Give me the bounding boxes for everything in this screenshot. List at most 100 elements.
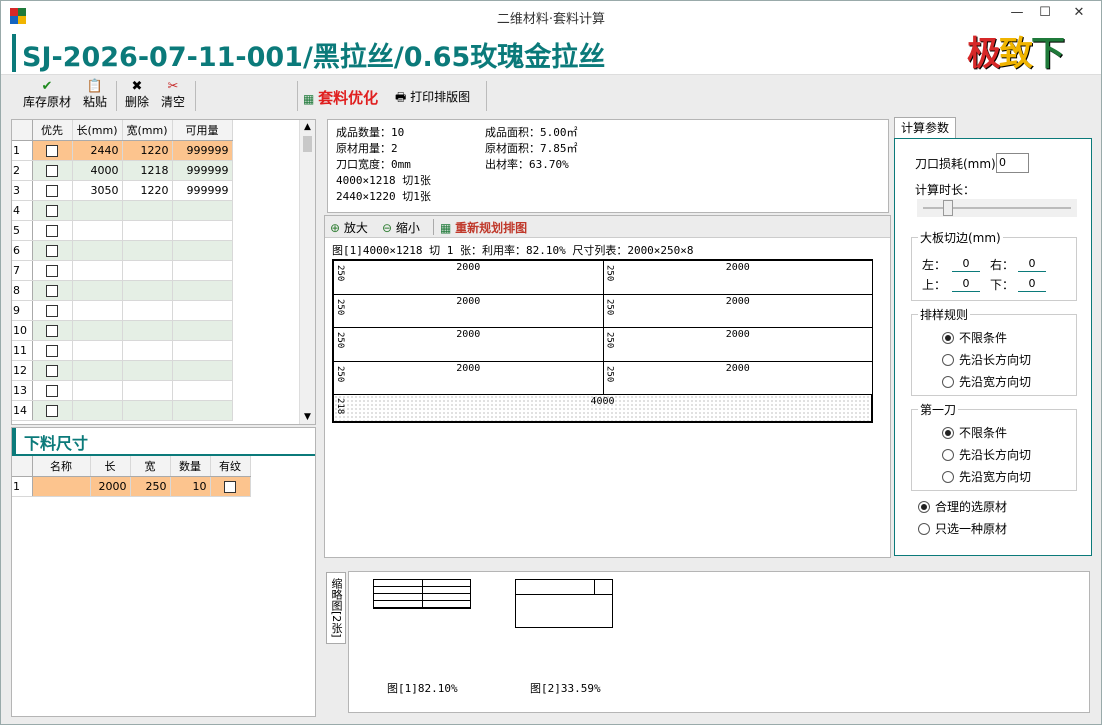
radio-selected-icon[interactable] (942, 332, 954, 344)
layout-piece[interactable]: 2000 250 (333, 260, 604, 295)
slider-thumb[interactable] (943, 200, 953, 216)
quantity-cell[interactable] (172, 300, 233, 321)
length-cell[interactable] (72, 400, 123, 421)
scroll-thumb[interactable] (303, 136, 312, 152)
table-row[interactable]: 5 (12, 220, 233, 241)
quantity-cell[interactable]: 999999 (172, 180, 233, 201)
priority-checkbox[interactable] (46, 384, 58, 397)
priority-cell[interactable] (32, 320, 73, 341)
priority-checkbox[interactable] (46, 344, 58, 357)
stock-table-scrollbar[interactable]: ▲ ▼ (299, 120, 315, 424)
trim-left-input[interactable]: 0 (952, 256, 980, 272)
table-row[interactable]: 7 (12, 260, 233, 281)
layout-piece[interactable]: 2000 250 (333, 327, 604, 362)
quantity-cell[interactable] (172, 260, 233, 281)
table-row[interactable]: 14 (12, 400, 233, 421)
optimize-button[interactable]: ▦ 套料优化 (303, 87, 378, 108)
radio-icon[interactable] (942, 471, 954, 483)
priority-checkbox[interactable] (46, 184, 58, 197)
priority-cell[interactable] (32, 340, 73, 361)
width-cell[interactable] (122, 200, 173, 221)
width-cell[interactable] (122, 380, 173, 401)
trim-right-input[interactable]: 0 (1018, 256, 1046, 272)
priority-checkbox[interactable] (46, 304, 58, 317)
table-row[interactable]: 3 3050 1220 999999 (12, 180, 233, 201)
radio-selected-icon[interactable] (942, 427, 954, 439)
quantity-cell[interactable] (172, 320, 233, 341)
priority-cell[interactable] (32, 180, 73, 201)
quantity-cell[interactable] (172, 240, 233, 261)
tab-calc-params[interactable]: 计算参数 (894, 117, 956, 139)
radio-icon[interactable] (942, 376, 954, 388)
quantity-cell[interactable]: 10 (170, 476, 211, 497)
scrap-region[interactable]: 4000 218 (333, 394, 872, 422)
length-cell[interactable] (72, 320, 123, 341)
delete-button[interactable]: ✖ 删除 (123, 79, 151, 109)
pick-option-reasonable[interactable]: 合理的选原材 (918, 498, 1007, 515)
table-row[interactable]: 11 (12, 340, 233, 361)
print-button[interactable]: 🖶 打印排版图 (395, 88, 470, 109)
rule-option-any[interactable]: 不限条件 (942, 329, 1007, 346)
length-cell[interactable] (72, 200, 123, 221)
width-cell[interactable] (122, 220, 173, 241)
priority-cell[interactable] (32, 140, 73, 161)
length-cell[interactable] (72, 380, 123, 401)
priority-checkbox[interactable] (46, 284, 58, 297)
scroll-up-icon[interactable]: ▲ (300, 120, 315, 134)
length-cell[interactable] (72, 340, 123, 361)
layout-piece[interactable]: 2000 250 (602, 327, 873, 362)
quantity-cell[interactable] (172, 220, 233, 241)
priority-cell[interactable] (32, 400, 73, 421)
close-button[interactable]: ✕ (1061, 3, 1097, 23)
priority-checkbox[interactable] (46, 404, 58, 417)
rule-option-length[interactable]: 先沿长方向切 (942, 351, 1031, 368)
width-cell[interactable] (122, 340, 173, 361)
width-cell[interactable]: 1218 (122, 160, 173, 181)
priority-cell[interactable] (32, 280, 73, 301)
table-row[interactable]: 6 (12, 240, 233, 261)
length-cell[interactable]: 2440 (72, 140, 123, 161)
quantity-cell[interactable]: 999999 (172, 140, 233, 161)
priority-cell[interactable] (32, 220, 73, 241)
length-cell[interactable] (72, 240, 123, 261)
width-cell[interactable]: 250 (130, 476, 171, 497)
length-cell[interactable] (72, 260, 123, 281)
width-cell[interactable] (122, 240, 173, 261)
table-row[interactable]: 4 (12, 200, 233, 221)
priority-cell[interactable] (32, 260, 73, 281)
thumbnail-1[interactable] (373, 579, 471, 609)
table-row[interactable]: 9 (12, 300, 233, 321)
width-cell[interactable]: 1220 (122, 180, 173, 201)
layout-piece[interactable]: 2000 250 (333, 293, 604, 328)
stock-button[interactable]: ✔ 库存原材 (21, 79, 73, 109)
maximize-button[interactable]: ☐ (1031, 3, 1059, 23)
length-cell[interactable] (72, 360, 123, 381)
first-option-length[interactable]: 先沿长方向切 (942, 446, 1031, 463)
table-row[interactable]: 12 (12, 360, 233, 381)
table-row[interactable]: 2 4000 1218 999999 (12, 160, 233, 181)
quantity-cell[interactable]: 999999 (172, 160, 233, 181)
quantity-cell[interactable] (172, 400, 233, 421)
length-cell[interactable] (72, 220, 123, 241)
length-cell[interactable] (72, 280, 123, 301)
quantity-cell[interactable] (172, 280, 233, 301)
length-cell[interactable]: 3050 (72, 180, 123, 201)
priority-cell[interactable] (32, 380, 73, 401)
priority-checkbox[interactable] (46, 364, 58, 377)
quantity-cell[interactable] (172, 380, 233, 401)
table-row[interactable]: 13 (12, 380, 233, 401)
clear-button[interactable]: ✂ 清空 (158, 79, 188, 109)
kerf-input[interactable]: 0 (996, 153, 1029, 173)
table-row[interactable]: 8 (12, 280, 233, 301)
grain-checkbox[interactable] (224, 480, 236, 493)
layout-piece[interactable]: 2000 250 (333, 360, 604, 395)
grain-cell[interactable] (210, 476, 251, 497)
priority-checkbox[interactable] (46, 324, 58, 337)
pick-option-single[interactable]: 只选一种原材 (918, 520, 1007, 537)
layout-piece[interactable]: 2000 250 (602, 293, 873, 328)
length-cell[interactable] (72, 300, 123, 321)
radio-icon[interactable] (942, 354, 954, 366)
priority-checkbox[interactable] (46, 224, 58, 237)
priority-checkbox[interactable] (46, 144, 58, 157)
layout-sheet[interactable]: 2000 250 2000 250 2000 250 2000 250 2000 250 2000 2… (332, 259, 873, 423)
